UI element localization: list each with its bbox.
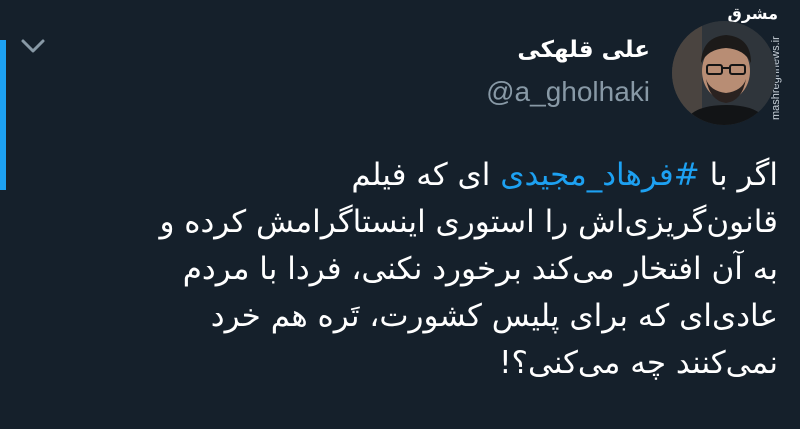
chevron-down-icon[interactable] <box>18 34 48 58</box>
tweet-line-1-prefix: اگر با <box>709 157 778 193</box>
tweet-line-1-suffix: ای که فیلم <box>351 157 491 193</box>
tweet-line-1: اگر با #فرهاد_مجیدی ای که فیلم <box>18 152 778 199</box>
author-handle[interactable]: @a_gholhaki <box>486 72 650 112</box>
thread-accent-bar <box>0 40 6 190</box>
user-photo-icon <box>672 21 776 125</box>
tweet-line-4: عادی‌ای که برای پلیس کشورت، تَره هم خرد <box>210 298 778 334</box>
tweet-line-5: نمی‌کنند چه می‌کنی؟! <box>499 345 778 381</box>
tweet-line-2: قانون‌گریزی‌اش را استوری اینستاگرامش کرد… <box>159 204 778 240</box>
tweet-line-3: به آن افتخار می‌کند برخورد نکنی، فردا با… <box>182 251 778 287</box>
tweet-text: اگر با #فرهاد_مجیدی ای که فیلم قانون‌گری… <box>18 152 778 387</box>
tweet-header: علی قلهکی @a_gholhaki <box>486 18 776 128</box>
hashtag-link[interactable]: #فرهاد_مجیدی <box>500 157 700 193</box>
avatar[interactable] <box>672 21 776 125</box>
author-names: علی قلهکی @a_gholhaki <box>486 34 650 112</box>
author-display-name[interactable]: علی قلهکی <box>517 34 650 66</box>
